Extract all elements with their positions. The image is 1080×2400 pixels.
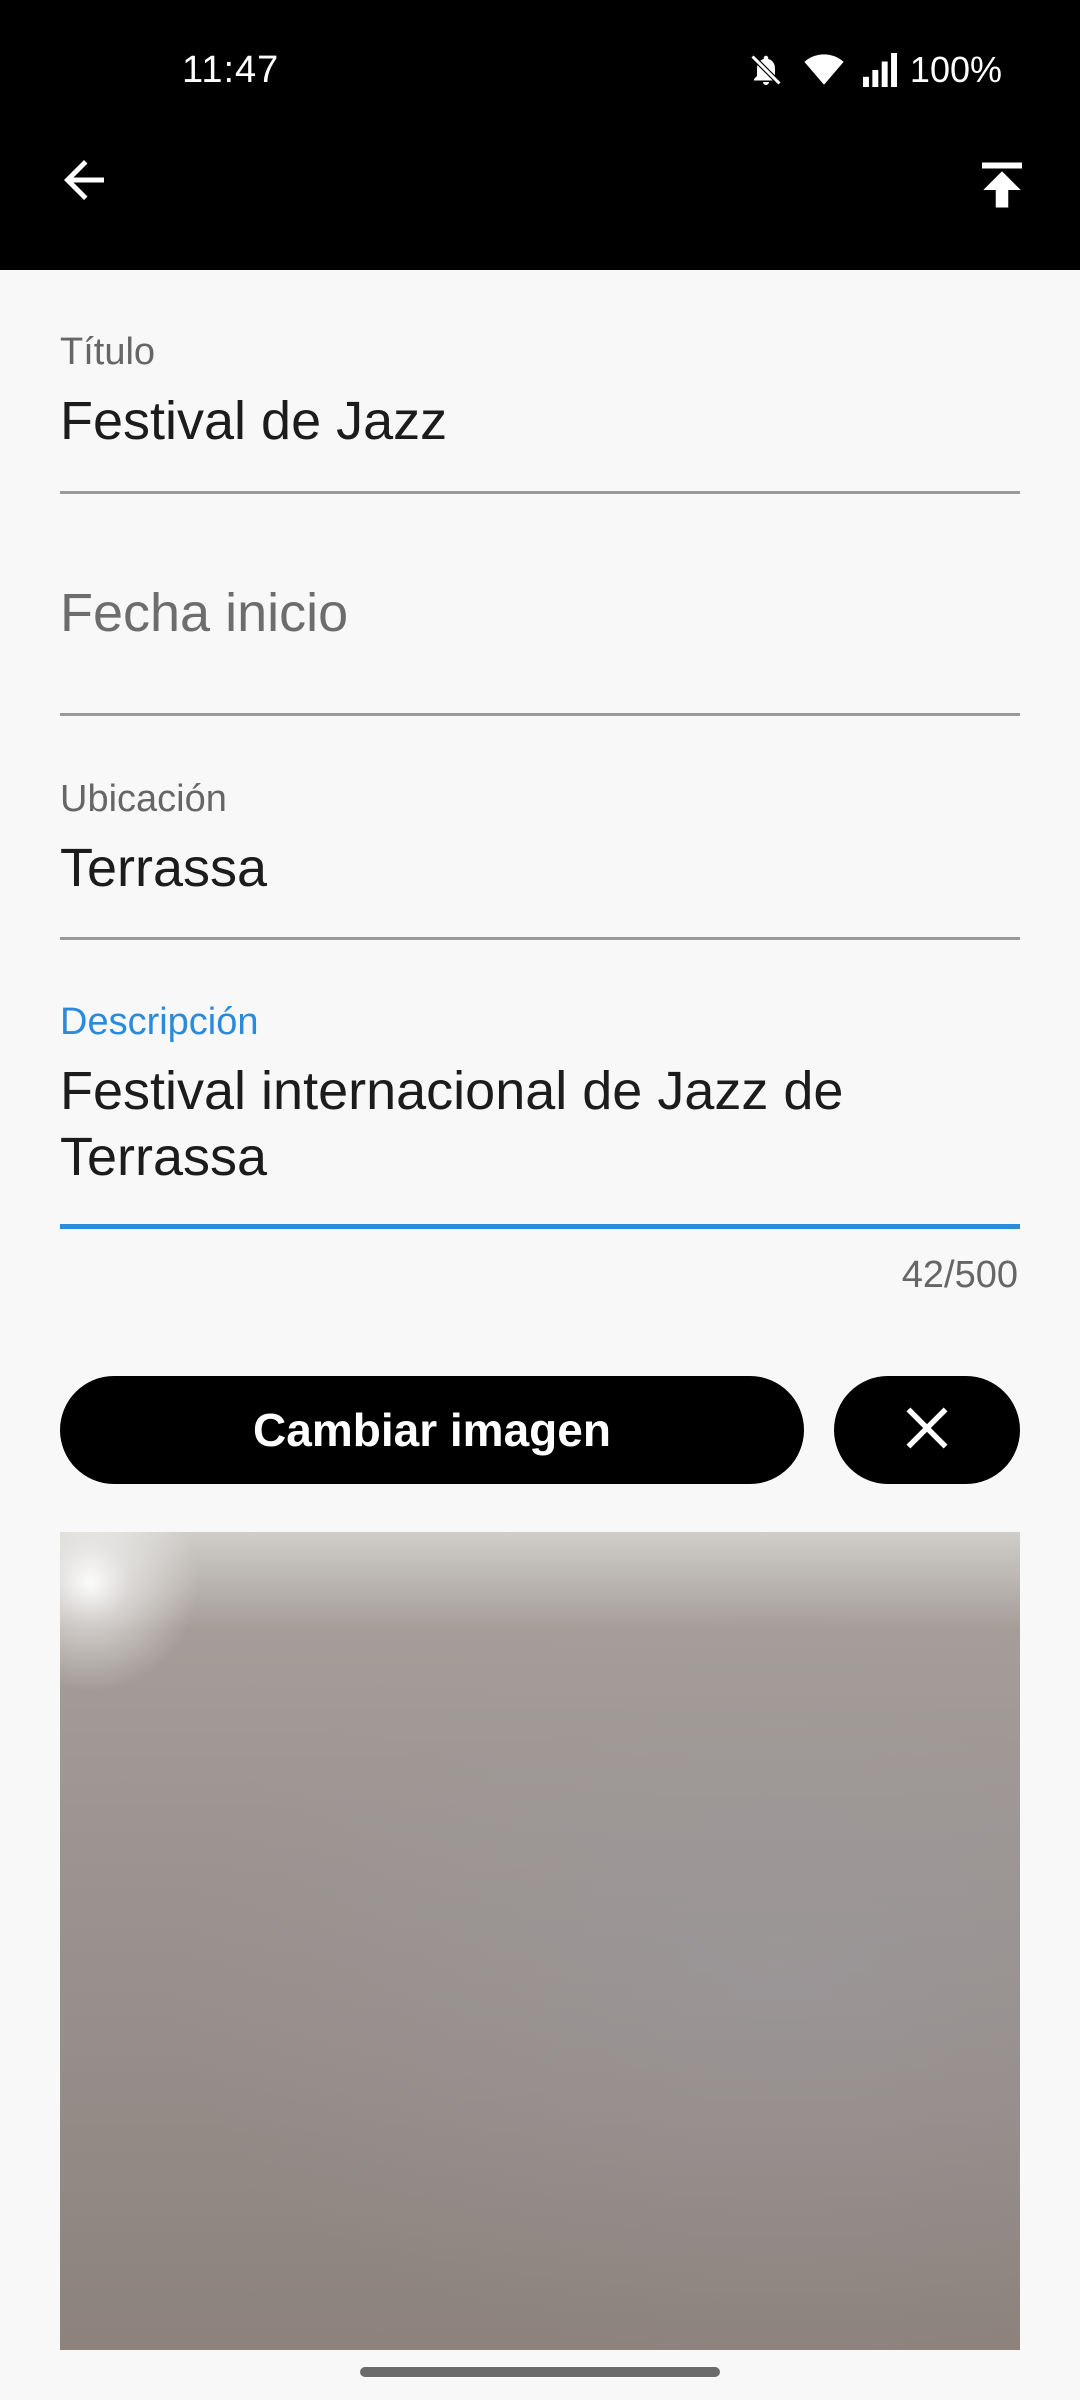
location-field[interactable]: Ubicación Terrassa	[60, 777, 1020, 947]
title-value[interactable]: Festival de Jazz	[60, 388, 447, 454]
change-image-label: Cambiar imagen	[253, 1404, 611, 1456]
location-underline	[60, 937, 1020, 940]
description-value-line2[interactable]: Terrassa	[60, 1124, 267, 1190]
description-field[interactable]: Descripción Festival internacional de Ja…	[60, 1000, 1020, 1232]
start-date-placeholder: Fecha inicio	[60, 583, 349, 643]
title-underline	[60, 491, 1020, 494]
description-value-line1[interactable]: Festival internacional de Jazz de	[60, 1058, 843, 1124]
battery-level: 100%	[909, 49, 1002, 90]
description-underline	[60, 1224, 1020, 1229]
location-value[interactable]: Terrassa	[60, 835, 267, 901]
title-field[interactable]: Título Festival de Jazz	[60, 330, 1020, 500]
description-counter: 42/500	[901, 1254, 1018, 1296]
wifi-icon	[802, 52, 846, 88]
start-date-field[interactable]: Fecha inicio	[60, 580, 1020, 720]
description-label: Descripción	[60, 1001, 259, 1043]
location-label: Ubicación	[60, 778, 227, 820]
home-indicator[interactable]	[360, 2367, 720, 2377]
start-date-underline	[60, 713, 1020, 716]
change-image-button[interactable]: Cambiar imagen	[60, 1376, 804, 1484]
close-icon	[902, 1403, 952, 1458]
back-button[interactable]	[54, 150, 114, 210]
event-image-preview	[60, 1532, 1020, 2350]
status-icons: 100%	[748, 46, 1002, 94]
upload-icon	[972, 162, 1032, 219]
status-bar: 11:47 100%	[0, 0, 1080, 140]
page-title: Nuevo evento	[218, 149, 638, 221]
status-time: 11:47	[182, 49, 280, 91]
remove-image-button[interactable]	[834, 1376, 1020, 1484]
back-arrow-icon	[54, 160, 114, 214]
title-label: Título	[60, 331, 156, 373]
upload-button[interactable]	[972, 155, 1032, 215]
signal-icon	[860, 53, 900, 87]
mute-icon	[748, 52, 784, 88]
